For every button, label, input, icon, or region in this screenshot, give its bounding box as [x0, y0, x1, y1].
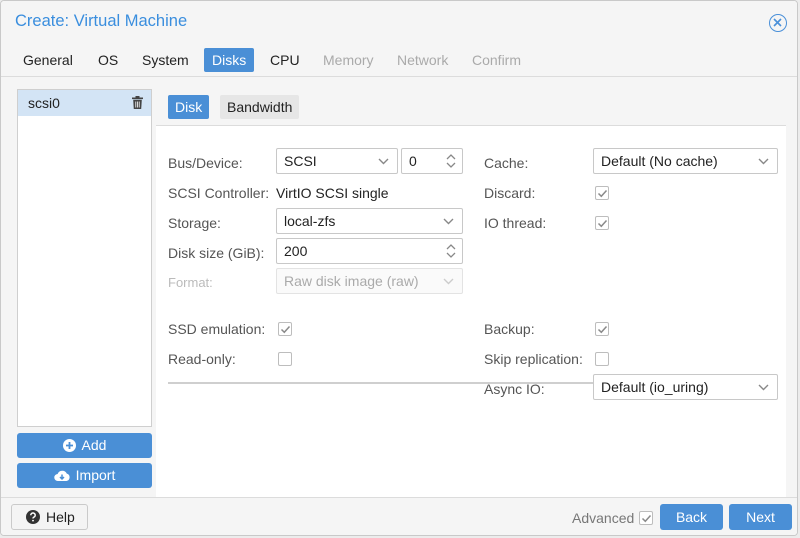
subtab-bandwidth[interactable]: Bandwidth — [220, 95, 299, 119]
discard-checkbox[interactable] — [595, 186, 609, 200]
bus-select[interactable]: SCSI — [276, 148, 398, 174]
close-icon — [773, 18, 782, 27]
wizard-content: scsi0 Add Import Disk Bandwidth Bus/Devi… — [1, 77, 797, 497]
spinner-arrows-icon[interactable] — [446, 243, 456, 259]
disk-config-panel: Disk Bandwidth Bus/Device: SCSI 0 SCSI C… — [156, 89, 786, 497]
tab-memory: Memory — [315, 48, 382, 72]
skip-replication-checkbox[interactable] — [595, 352, 609, 366]
trash-icon[interactable] — [132, 96, 143, 112]
disk-size-label: Disk size (GiB): — [168, 245, 264, 261]
io-thread-checkbox[interactable] — [595, 216, 609, 230]
advanced-label: Advanced — [572, 510, 634, 526]
checkmark-icon — [280, 324, 291, 335]
cache-label: Cache: — [484, 155, 528, 171]
disk-item-label: scsi0 — [28, 95, 60, 111]
help-icon — [26, 510, 40, 524]
create-vm-dialog: Create: Virtual Machine General OS Syste… — [0, 0, 798, 536]
plus-circle-icon — [63, 439, 76, 452]
async-io-value: Default (io_uring) — [601, 379, 708, 395]
disk-size-value: 200 — [284, 243, 307, 259]
bus-device-label: Bus/Device: — [168, 155, 243, 171]
format-value: Raw disk image (raw) — [284, 273, 419, 289]
dialog-footer: Help Advanced Back Next — [1, 497, 797, 536]
disk-list: scsi0 — [17, 89, 152, 427]
device-number-stepper[interactable]: 0 — [401, 148, 463, 174]
cloud-download-icon — [54, 470, 70, 482]
backup-label: Backup: — [484, 321, 535, 337]
bus-value: SCSI — [284, 153, 317, 169]
dialog-title: Create: Virtual Machine — [15, 12, 187, 31]
read-only-label: Read-only: — [168, 351, 236, 367]
add-disk-button[interactable]: Add — [17, 433, 152, 458]
add-label: Add — [82, 437, 107, 453]
next-button[interactable]: Next — [729, 504, 792, 530]
disk-form: Bus/Device: SCSI 0 SCSI Controller: Virt… — [156, 125, 786, 497]
tab-general[interactable]: General — [15, 48, 81, 72]
io-thread-label: IO thread: — [484, 215, 546, 231]
read-only-checkbox[interactable] — [278, 352, 292, 366]
wizard-tabs: General OS System Disks CPU Memory Netwo… — [1, 41, 797, 77]
spinner-arrows-icon[interactable] — [446, 153, 456, 169]
device-value: 0 — [409, 153, 417, 169]
checkmark-icon — [641, 513, 652, 524]
advanced-checkbox[interactable] — [639, 511, 653, 525]
scsi-controller-value: VirtIO SCSI single — [276, 185, 389, 201]
disk-list-item[interactable]: scsi0 — [18, 90, 151, 116]
import-disk-button[interactable]: Import — [17, 463, 152, 488]
tab-os[interactable]: OS — [90, 48, 126, 72]
skip-replication-label: Skip replication: — [484, 351, 583, 367]
checkmark-icon — [597, 188, 608, 199]
dialog-titlebar: Create: Virtual Machine — [1, 1, 797, 41]
tab-network: Network — [389, 48, 456, 72]
disk-size-input[interactable]: 200 — [276, 238, 463, 264]
import-label: Import — [76, 467, 116, 483]
storage-select[interactable]: local-zfs — [276, 208, 463, 234]
tab-disks[interactable]: Disks — [204, 48, 254, 72]
backup-checkbox[interactable] — [595, 322, 609, 336]
subtab-disk[interactable]: Disk — [168, 95, 209, 119]
chevron-down-icon — [758, 384, 769, 391]
format-label: Format: — [168, 275, 213, 290]
help-label: Help — [46, 509, 75, 525]
chevron-down-icon — [443, 278, 454, 285]
checkmark-icon — [597, 324, 608, 335]
chevron-down-icon — [758, 158, 769, 165]
async-io-label: Async IO: — [484, 381, 545, 397]
discard-label: Discard: — [484, 185, 535, 201]
async-io-select[interactable]: Default (io_uring) — [593, 374, 778, 400]
tab-system[interactable]: System — [134, 48, 197, 72]
storage-value: local-zfs — [284, 213, 335, 229]
tab-confirm: Confirm — [464, 48, 529, 72]
chevron-down-icon — [378, 158, 389, 165]
cache-value: Default (No cache) — [601, 153, 718, 169]
close-button[interactable] — [769, 14, 787, 32]
ssd-emulation-label: SSD emulation: — [168, 321, 265, 337]
format-select: Raw disk image (raw) — [276, 268, 463, 294]
help-button[interactable]: Help — [11, 504, 88, 530]
ssd-emulation-checkbox[interactable] — [278, 322, 292, 336]
storage-label: Storage: — [168, 215, 221, 231]
scsi-controller-label: SCSI Controller: — [168, 185, 269, 201]
tab-cpu[interactable]: CPU — [262, 48, 308, 72]
checkmark-icon — [597, 218, 608, 229]
chevron-down-icon — [443, 218, 454, 225]
back-button[interactable]: Back — [660, 504, 723, 530]
cache-select[interactable]: Default (No cache) — [593, 148, 778, 174]
